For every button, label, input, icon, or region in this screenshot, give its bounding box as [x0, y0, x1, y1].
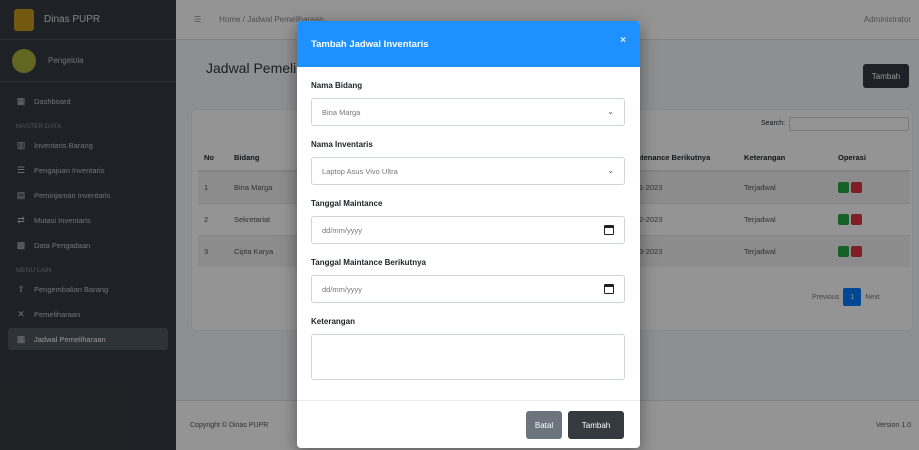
next-maintenance-date-value: dd/mm/yyyy: [322, 284, 363, 294]
add-schedule-modal: Tambah Jadwal Inventaris × Nama Bidang B…: [297, 21, 640, 448]
maintenance-date-value: dd/mm/yyyy: [322, 225, 363, 235]
calendar-icon[interactable]: [604, 225, 614, 235]
modal-title: Tambah Jadwal Inventaris: [311, 38, 429, 50]
modal-footer: Batal Tambah: [297, 400, 640, 448]
close-icon[interactable]: ×: [620, 35, 626, 46]
next-maintenance-date-input[interactable]: dd/mm/yyyy: [311, 275, 625, 303]
calendar-icon[interactable]: [604, 284, 614, 294]
bidang-select-value: Bina Marga: [322, 107, 361, 117]
chevron-down-icon: ⌄: [607, 107, 614, 116]
maintenance-date-input[interactable]: dd/mm/yyyy: [311, 216, 625, 244]
chevron-down-icon: ⌄: [607, 166, 614, 175]
bidang-label: Nama Bidang: [311, 81, 363, 90]
cancel-button[interactable]: Batal: [526, 411, 562, 439]
modal-header: Tambah Jadwal Inventaris ×: [297, 21, 640, 67]
modal-body: Nama Bidang Bina Marga ⌄ Nama Inventaris…: [297, 67, 640, 380]
keterangan-label: Keterangan: [311, 317, 356, 326]
inventaris-select-value: Laptop Asus Vivo Ultra: [322, 166, 398, 176]
save-button[interactable]: Tambah: [568, 411, 624, 439]
keterangan-textarea[interactable]: [311, 334, 625, 380]
inventaris-select[interactable]: Laptop Asus Vivo Ultra ⌄: [311, 157, 625, 185]
next-maintenance-date-label: Tanggal Maintance Berikutnya: [311, 258, 426, 267]
bidang-select[interactable]: Bina Marga ⌄: [311, 98, 625, 126]
maintenance-date-label: Tanggal Maintance: [311, 199, 383, 208]
inventaris-label: Nama Inventaris: [311, 140, 373, 149]
